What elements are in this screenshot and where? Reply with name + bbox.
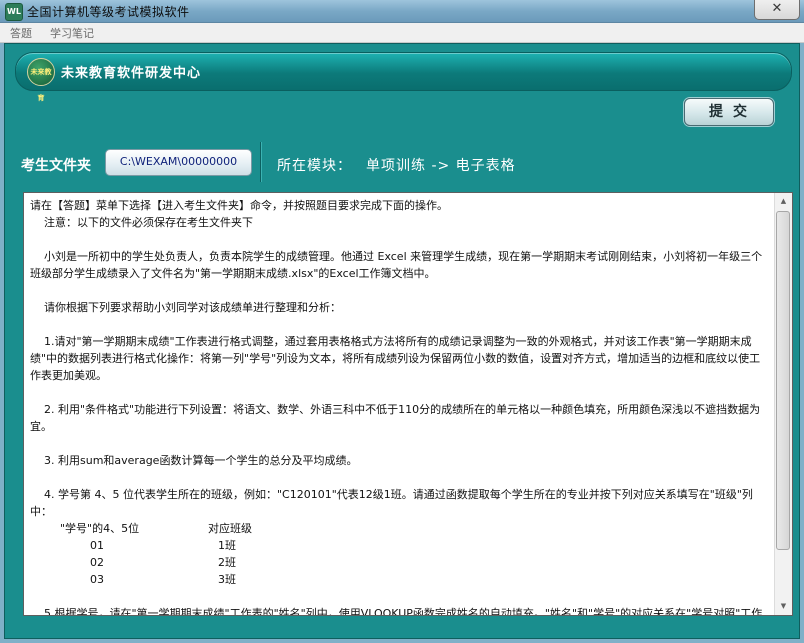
mapping-header-class: 对应班级 (208, 522, 252, 535)
close-button[interactable]: ✕ (754, 0, 800, 20)
mapping-digits: 02 (90, 556, 104, 569)
question-line: 2. 利用"条件格式"功能进行下列设置：将语文、数学、外语三科中不低于110分的… (30, 403, 761, 433)
arrow-down-icon: ▼ (780, 602, 787, 610)
window-title: 全国计算机等级考试模拟软件 (27, 5, 190, 19)
question-line: ​ (30, 231, 770, 248)
arrow-up-icon: ▲ (780, 197, 787, 205)
question-line: ​ (30, 282, 770, 299)
question-line: 1.请对"第一学期期末成绩"工作表进行格式调整，通过套用表格格式方法将所有的成绩… (30, 335, 761, 382)
question-line: 注意：以下的文件必须保存在考生文件夹下 (30, 216, 253, 229)
scroll-down-button[interactable]: ▼ (775, 598, 792, 615)
scroll-thumb[interactable] (776, 211, 790, 550)
class-mapping-header: "学号"的4、5位 对应班级 (30, 520, 770, 537)
question-line: ​ (30, 316, 770, 333)
question-line: 4. 学号第 4、5 位代表学生所在的班级，例如："C120101"代表12级1… (30, 488, 753, 518)
table-row: 02 2班 (30, 554, 770, 571)
menu-item-notes[interactable]: 学习笔记 (50, 25, 94, 41)
mapping-digits: 01 (90, 539, 104, 552)
mapping-class: 2班 (218, 556, 236, 569)
menu-item-answer[interactable]: 答题 (10, 25, 32, 41)
mapping-class: 3班 (218, 573, 236, 586)
close-icon: ✕ (771, 1, 783, 16)
vertical-scrollbar[interactable]: ▲ ▼ (774, 193, 792, 615)
table-row: 03 3班 (30, 571, 770, 588)
submit-button[interactable]: 提交 (684, 98, 774, 126)
question-line: 5.根据学号，请在"第一学期期末成绩"工作表的"姓名"列中，使用VLOOKUP函… (44, 607, 763, 616)
mapping-header-digits: "学号"的4、5位 (60, 522, 140, 535)
question-line: 3. 利用sum和average函数计算每一个学生的总分及平均成绩。 (30, 454, 358, 467)
main-panel: 未来教育 未来教育软件研发中心 提交 考生文件夹 C:\WEXAM\000000… (4, 43, 800, 639)
question-text-area[interactable]: 请在【答题】菜单下选择【进入考生文件夹】命令，并按照题目要求完成下面的操作。 注… (23, 192, 793, 616)
question-line: 小刘是一所初中的学生处负责人，负责本院学生的成绩管理。他通过 Excel 来管理… (30, 250, 763, 280)
table-row: 01 1班 (30, 537, 770, 554)
question-line: ​ (30, 588, 770, 605)
question-line: 请在【答题】菜单下选择【进入考生文件夹】命令，并按照题目要求完成下面的操作。 (30, 199, 448, 212)
toolbar-divider (260, 142, 262, 182)
question-line: 请你根据下列要求帮助小刘同学对该成绩单进行整理和分析： (30, 301, 341, 314)
question-line: ​ (30, 384, 770, 401)
candidate-folder-label: 考生文件夹 (21, 158, 91, 174)
question-content: 请在【答题】菜单下选择【进入考生文件夹】命令，并按照题目要求完成下面的操作。 注… (30, 197, 770, 616)
mapping-digits: 03 (90, 573, 104, 586)
logo: 未来教育 (27, 58, 55, 102)
org-name: 未来教育软件研发中心 (61, 66, 202, 81)
window-titlebar: WL 全国计算机等级考试模拟软件 ✕ (0, 0, 804, 23)
menu-bar: 答题 学习笔记 (0, 23, 804, 43)
module-value: 单项训练 -> 电子表格 (366, 158, 516, 174)
module-label: 所在模块： (277, 158, 352, 174)
app-icon: WL (5, 3, 23, 21)
header-strip: 未来教育 未来教育软件研发中心 (15, 52, 792, 102)
mapping-class: 1班 (218, 539, 236, 552)
question-line: ​ (30, 469, 770, 486)
candidate-folder-button[interactable]: C:\WEXAM\00000000 (105, 149, 252, 176)
question-line: ​ (30, 435, 770, 452)
scroll-up-button[interactable]: ▲ (775, 193, 792, 210)
